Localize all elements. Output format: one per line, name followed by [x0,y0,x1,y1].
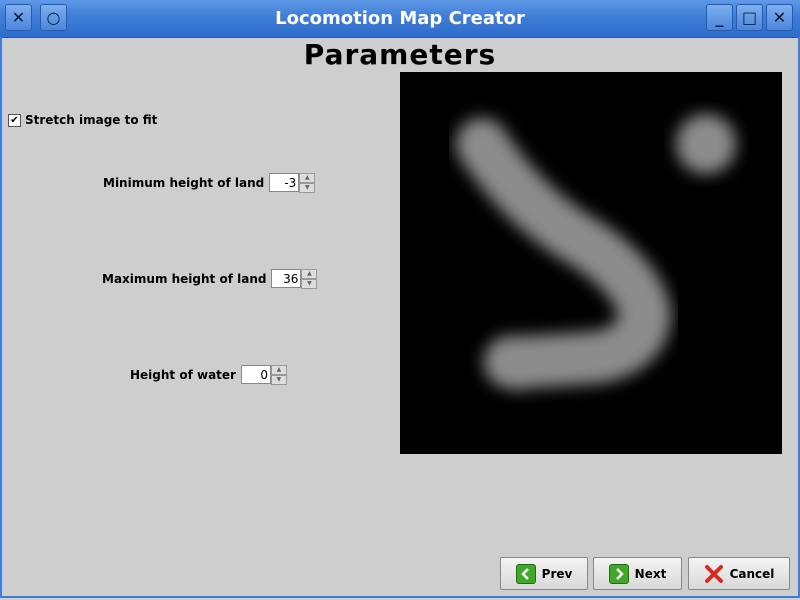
stretch-label: Stretch image to fit [25,113,158,127]
max-height-row: Maximum height of land ▲ ▼ [102,269,318,289]
minimize-button[interactable]: _ [706,4,733,31]
water-height-spinner[interactable]: ▲ ▼ [240,365,287,385]
prev-button[interactable]: Prev [500,557,588,590]
close-icon: ✕ [772,8,787,27]
max-height-input[interactable] [271,269,302,288]
stretch-option[interactable]: ✔ Stretch image to fit [8,113,157,127]
window-title: Locomotion Map Creator [275,8,525,29]
spin-up-button[interactable]: ▲ [301,269,318,279]
close-button[interactable]: ✕ [766,4,793,31]
spin-down-button[interactable]: ▼ [299,183,316,193]
min-height-spinner[interactable]: ▲ ▼ [269,173,316,193]
maximize-icon: □ [741,8,758,27]
red-x-icon [704,564,724,584]
spin-up-button[interactable]: ▲ [299,173,316,183]
minimize-icon: _ [715,8,724,27]
spin-up-button[interactable]: ▲ [270,365,287,375]
water-height-row: Height of water ▲ ▼ [130,365,287,385]
arrow-right-icon [608,563,629,584]
spin-down-button[interactable]: ▼ [270,375,287,385]
min-height-input[interactable] [269,173,300,192]
cancel-button[interactable]: Cancel [688,557,790,590]
cancel-label: Cancel [729,566,775,581]
title-bar[interactable]: ✕ ○ Locomotion Map Creator _ □ ✕ [0,0,800,38]
next-button[interactable]: Next [593,557,682,590]
page-title: Parameters [303,38,497,71]
max-height-label: Maximum height of land [102,272,267,286]
prev-label: Prev [541,566,573,581]
arrow-left-icon [515,563,536,584]
min-height-row: Minimum height of land ▲ ▼ [103,173,316,193]
stretch-checkbox[interactable]: ✔ [8,113,21,127]
max-height-spinner[interactable]: ▲ ▼ [271,269,318,289]
maximize-button[interactable]: □ [736,4,763,31]
water-height-input[interactable] [240,365,271,384]
min-height-label: Minimum height of land [103,176,265,190]
heightmap-image [456,114,736,390]
spin-down-button[interactable]: ▼ [301,279,318,289]
water-height-label: Height of water [130,368,236,382]
next-label: Next [634,566,667,581]
heightmap-preview [400,72,782,454]
